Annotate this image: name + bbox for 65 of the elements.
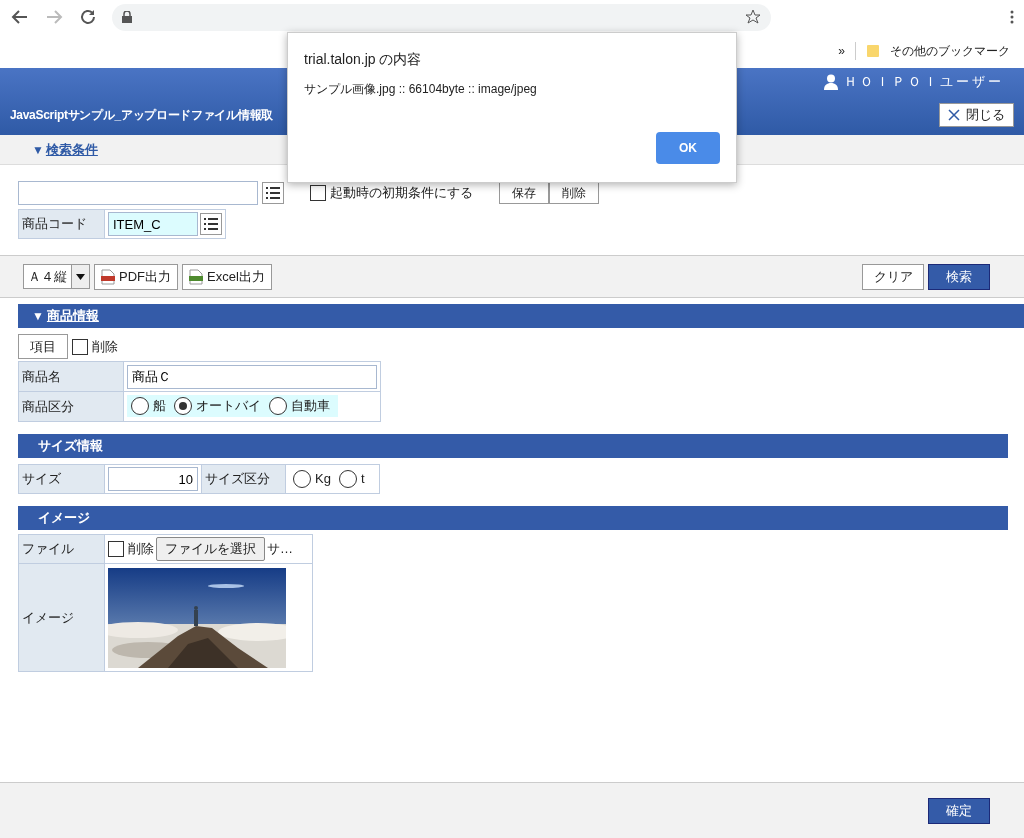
condition-field[interactable] [18, 181, 258, 205]
dialog-title: trial.talon.jp の内容 [304, 51, 423, 69]
paper-size-select[interactable]: Ａ４縦 [23, 264, 90, 289]
lock-icon [122, 11, 132, 23]
checkbox[interactable] [108, 541, 124, 557]
section-link[interactable]: 商品情報 [46, 307, 99, 325]
pdf-export-button[interactable]: PDF出力 [94, 263, 178, 290]
radio-label: Kg [315, 471, 331, 486]
clear-button[interactable]: クリア [862, 263, 924, 290]
radio-button[interactable] [293, 469, 311, 488]
checkbox[interactable] [72, 338, 88, 355]
radio-button[interactable] [338, 469, 357, 488]
dropdown-arrow-icon [76, 273, 85, 280]
toggle-arrow[interactable]: ▼ [32, 142, 44, 157]
product-name-field[interactable]: 商品Ｃ [127, 364, 377, 389]
document-icon [101, 268, 115, 285]
choose-file-button[interactable]: ファイルを選択 [156, 537, 265, 561]
close-button[interactable]: 閉じる [939, 103, 1014, 127]
list-icon [204, 218, 218, 230]
radio-label: オートバイ [196, 397, 261, 415]
field-label: 商品名 [18, 361, 124, 392]
field-label: 商品区分 [18, 391, 124, 422]
save-button[interactable]: 保存 [499, 182, 549, 204]
star-icon[interactable] [745, 9, 761, 25]
field-label: サイズ区分 [201, 464, 286, 494]
field-label: サイズ [18, 464, 105, 494]
radio-button[interactable] [269, 397, 287, 415]
item-button[interactable]: 項目 [18, 334, 68, 359]
close-icon [948, 109, 960, 121]
document-icon [189, 268, 203, 285]
section-title: イメージ [37, 509, 90, 527]
reload-icon[interactable] [78, 7, 98, 27]
checkbox-label: 削除 [128, 540, 154, 558]
radio-label: t [360, 471, 365, 486]
list-button[interactable] [262, 182, 284, 204]
toggle-arrow[interactable]: ▼ [32, 309, 44, 323]
product-code-field[interactable]: ITEM_C [108, 212, 198, 236]
radio-button[interactable] [131, 397, 149, 415]
excel-export-button[interactable]: Excel出力 [182, 263, 272, 290]
delete-button[interactable]: 削除 [549, 182, 599, 204]
radio-label: 船 [153, 397, 166, 415]
size-field[interactable]: 10 [108, 467, 198, 491]
checkbox[interactable] [310, 185, 326, 201]
checkbox-label: 削除 [92, 337, 118, 356]
search-conditions-link[interactable]: 検索条件 [45, 140, 98, 159]
radio-button[interactable] [174, 397, 192, 415]
search-button[interactable]: 検索 [928, 263, 990, 290]
bookmark-folder[interactable]: その他のブックマーク [890, 42, 1010, 60]
folder-icon [866, 44, 880, 58]
radio-label: 自動車 [291, 397, 330, 415]
file-name: サ… [267, 540, 293, 558]
page-title: JavaScriptサンプル_アップロードファイル情報取 [10, 106, 273, 124]
field-label: イメージ [18, 563, 105, 672]
list-button[interactable] [200, 213, 222, 235]
dialog-message: サンプル画像.jpg :: 66104byte :: image/jpeg [304, 81, 538, 98]
bookmarks-overflow[interactable]: » [838, 44, 845, 58]
section-title: サイズ情報 [37, 437, 103, 455]
field-label: ファイル [18, 534, 105, 564]
checkbox-label: 起動時の初期条件にする [330, 184, 473, 202]
list-icon [266, 187, 280, 199]
user-name: ＨＯＩＰＯＩユーザー [844, 72, 1004, 91]
field-label: 商品コード [18, 209, 105, 239]
confirm-button[interactable]: 確定 [928, 797, 990, 824]
user-icon [824, 73, 838, 90]
menu-icon[interactable] [1010, 10, 1014, 24]
